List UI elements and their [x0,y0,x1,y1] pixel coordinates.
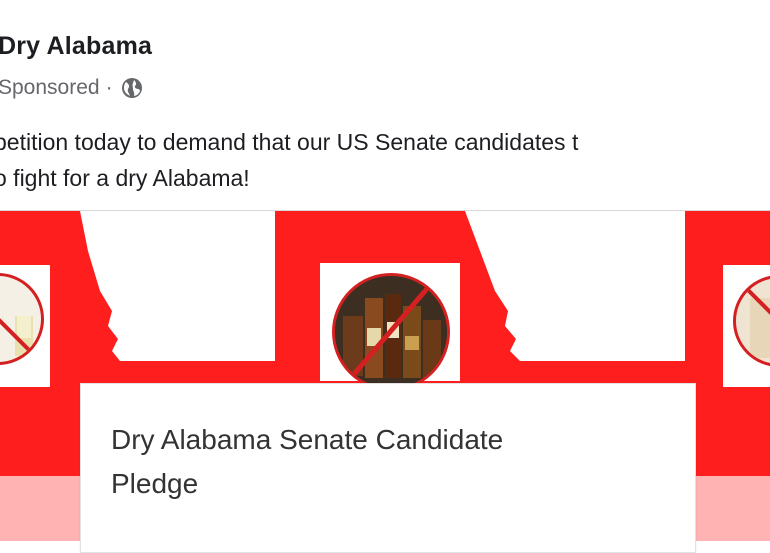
post-meta: Sponsored · [0,75,143,101]
pledge-card[interactable]: Dry Alabama Senate Candidate Pledge [80,383,696,553]
pledge-title-line: Pledge [111,468,199,499]
icon-box-center [320,263,460,391]
pledge-title-line: Dry Alabama Senate Candidate [111,424,504,455]
no-wine-icon [0,273,44,365]
pledge-title: Dry Alabama Senate Candidate Pledge [111,418,631,506]
globe-icon[interactable] [121,77,143,99]
post-text-line: petition today to demand that our US Sen… [0,129,579,155]
post-text: petition today to demand that our US Sen… [0,124,770,196]
icon-box-right [723,265,770,387]
no-beer-icon [733,275,770,367]
sponsored-label[interactable]: Sponsored [0,76,100,100]
no-liquor-icon [332,273,450,391]
page-name[interactable]: Dry Alabama [0,32,152,61]
meta-separator: · [105,76,113,99]
icon-box-left [0,265,50,387]
post-text-line: o fight for a dry Alabama! [0,165,250,191]
